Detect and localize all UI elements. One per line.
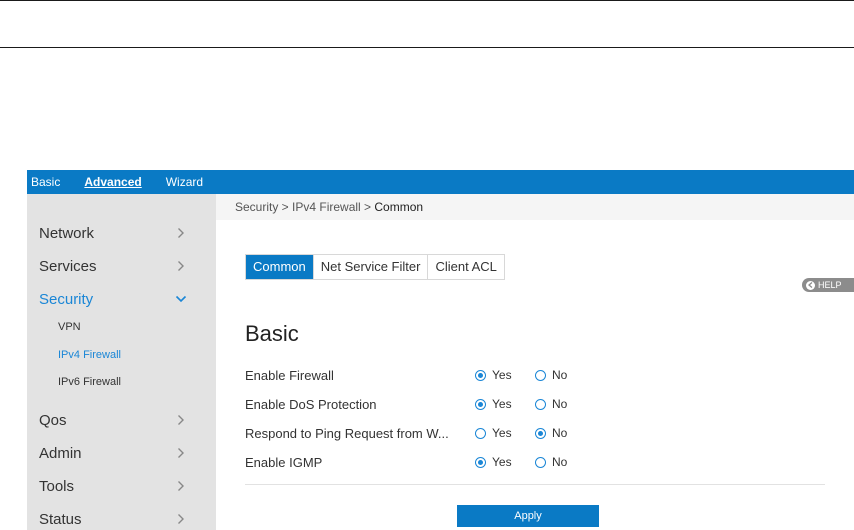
radio-firewall-no[interactable]: No xyxy=(535,368,567,382)
radio-label: No xyxy=(552,455,568,469)
breadcrumb-path: Security > IPv4 Firewall > xyxy=(235,200,375,214)
radio-label: Yes xyxy=(492,368,512,382)
nav-basic[interactable]: Basic xyxy=(31,175,60,189)
sidebar-item-label: Tools xyxy=(39,477,75,495)
section-divider xyxy=(245,484,825,485)
radio-igmp-yes[interactable]: Yes xyxy=(475,455,512,469)
radio-unchecked-icon xyxy=(535,456,546,468)
radio-unchecked-icon xyxy=(535,369,546,381)
radio-label: Yes xyxy=(492,397,512,411)
setting-row-respond-to-ping: Respond to Ping Request from W... Yes No xyxy=(245,424,825,444)
apply-button[interactable]: Apply xyxy=(457,505,599,527)
breadcrumb: Security > IPv4 Firewall > Common xyxy=(216,194,854,220)
tab-bar: Common Net Service Filter Client ACL xyxy=(245,254,505,280)
setting-label: Enable DoS Protection xyxy=(245,397,377,412)
sidebar-subitem-ipv6-firewall[interactable]: IPv6 Firewall xyxy=(58,376,121,388)
sidebar-item-admin[interactable]: Admin xyxy=(27,438,216,468)
radio-igmp-no[interactable]: No xyxy=(535,455,567,469)
sidebar-item-services[interactable]: Services xyxy=(27,251,216,281)
help-arrow-icon xyxy=(806,280,815,290)
chevron-right-icon xyxy=(174,259,188,273)
radio-checked-icon xyxy=(475,369,486,381)
chevron-right-icon xyxy=(174,512,188,526)
tab-net-service-filter[interactable]: Net Service Filter xyxy=(314,255,429,279)
chevron-right-icon xyxy=(174,479,188,493)
radio-ping-yes[interactable]: Yes xyxy=(475,426,512,440)
setting-row-enable-igmp: Enable IGMP Yes No xyxy=(245,453,825,473)
setting-label: Enable IGMP xyxy=(245,455,323,470)
sidebar-item-status[interactable]: Status xyxy=(27,504,216,530)
setting-row-enable-dos-protection: Enable DoS Protection Yes No xyxy=(245,395,825,415)
sidebar-item-security[interactable]: Security xyxy=(27,284,216,314)
top-rule xyxy=(0,0,854,1)
radio-label: No xyxy=(552,368,568,382)
radio-label: No xyxy=(552,426,568,440)
radio-checked-icon xyxy=(535,427,546,439)
sidebar-subitem-ipv4-firewall[interactable]: IPv4 Firewall xyxy=(58,349,121,361)
chevron-down-icon xyxy=(174,292,188,306)
chevron-right-icon xyxy=(174,413,188,427)
chevron-right-icon xyxy=(174,226,188,240)
breadcrumb-current: Common xyxy=(374,200,424,214)
section-title: Basic xyxy=(245,321,299,346)
header-rule xyxy=(0,47,854,48)
setting-label: Enable Firewall xyxy=(245,368,334,383)
radio-firewall-yes[interactable]: Yes xyxy=(475,368,512,382)
tab-client-acl[interactable]: Client ACL xyxy=(428,255,503,279)
nav-advanced[interactable]: Advanced xyxy=(84,175,141,189)
chevron-right-icon xyxy=(174,446,188,460)
radio-checked-icon xyxy=(475,398,486,410)
radio-label: Yes xyxy=(492,455,512,469)
sidebar: Network Services Security VPN IPv4 Firew… xyxy=(27,194,216,530)
radio-dos-no[interactable]: No xyxy=(535,397,567,411)
help-button[interactable]: HELP xyxy=(802,278,854,292)
radio-dos-yes[interactable]: Yes xyxy=(475,397,512,411)
tab-common[interactable]: Common xyxy=(246,255,314,279)
radio-ping-no[interactable]: No xyxy=(535,426,567,440)
setting-row-enable-firewall: Enable Firewall Yes No xyxy=(245,366,825,386)
top-nav-bar: Basic Advanced Wizard xyxy=(27,170,854,194)
setting-label: Respond to Ping Request from W... xyxy=(245,426,449,441)
radio-label: Yes xyxy=(492,426,512,440)
sidebar-item-label: Security xyxy=(39,290,94,308)
radio-unchecked-icon xyxy=(475,427,486,439)
sidebar-item-label: Network xyxy=(39,224,95,242)
sidebar-subitem-vpn[interactable]: VPN xyxy=(58,321,81,333)
sidebar-item-label: Services xyxy=(39,257,97,275)
nav-wizard[interactable]: Wizard xyxy=(166,175,203,189)
sidebar-item-label: Status xyxy=(39,510,82,528)
radio-label: No xyxy=(552,397,568,411)
sidebar-item-tools[interactable]: Tools xyxy=(27,471,216,501)
main-content: Security > IPv4 Firewall > Common Common… xyxy=(216,194,854,530)
sidebar-item-label: Admin xyxy=(39,444,82,462)
radio-checked-icon xyxy=(475,456,486,468)
sidebar-item-qos[interactable]: Qos xyxy=(27,405,216,435)
radio-unchecked-icon xyxy=(535,398,546,410)
help-label: HELP xyxy=(818,280,842,290)
sidebar-item-network[interactable]: Network xyxy=(27,218,216,248)
sidebar-item-label: Qos xyxy=(39,411,67,429)
